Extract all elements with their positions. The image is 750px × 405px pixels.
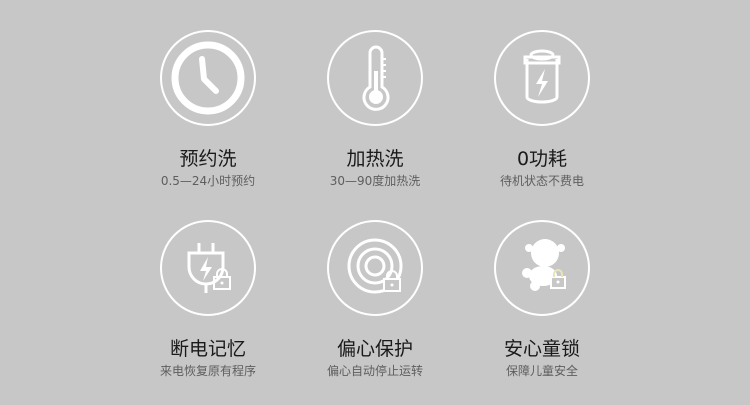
feature-title: 0功耗 bbox=[516, 148, 568, 170]
feature-subtitle: 待机状态不费电 bbox=[499, 174, 584, 188]
feature-title: 断电记忆 bbox=[169, 338, 246, 360]
feature-subtitle: 来电恢复原有程序 bbox=[159, 364, 256, 378]
drum-lock-icon bbox=[347, 238, 403, 294]
feature-title: 偏心保护 bbox=[336, 338, 413, 360]
feature-icon-circle bbox=[160, 220, 256, 316]
feature-eccentric-protection: 偏心保护 偏心自动停止运转 bbox=[295, 220, 455, 379]
clock-icon bbox=[171, 41, 245, 115]
plug-lock-icon bbox=[187, 243, 231, 293]
feature-subtitle: 30—90度加热洗 bbox=[329, 174, 421, 188]
feature-title: 安心童锁 bbox=[503, 338, 580, 360]
feature-title: 加热洗 bbox=[346, 148, 404, 170]
feature-child-lock: 安心童锁 保障儿童安全 bbox=[462, 220, 622, 379]
feature-heated-wash: 加热洗 30—90度加热洗 bbox=[295, 30, 455, 189]
feature-subtitle: 0.5—24小时预约 bbox=[160, 174, 256, 188]
battery-icon bbox=[523, 49, 561, 104]
feature-zero-power: 0功耗 待机状态不费电 bbox=[462, 30, 622, 189]
feature-subtitle: 保障儿童安全 bbox=[505, 364, 578, 378]
feature-power-memory: 断电记忆 来电恢复原有程序 bbox=[128, 220, 288, 379]
feature-subtitle: 偏心自动停止运转 bbox=[326, 364, 423, 378]
feature-scheduled-wash: 预约洗 0.5—24小时预约 bbox=[128, 30, 288, 189]
feature-icon-circle bbox=[160, 30, 256, 126]
feature-icon-circle bbox=[327, 220, 423, 316]
child-lock-icon bbox=[522, 239, 566, 291]
thermometer-icon bbox=[362, 45, 390, 111]
feature-icon-circle bbox=[494, 30, 590, 126]
feature-title: 预约洗 bbox=[179, 148, 237, 170]
feature-icon-circle bbox=[494, 220, 590, 316]
feature-icon-circle bbox=[327, 30, 423, 126]
